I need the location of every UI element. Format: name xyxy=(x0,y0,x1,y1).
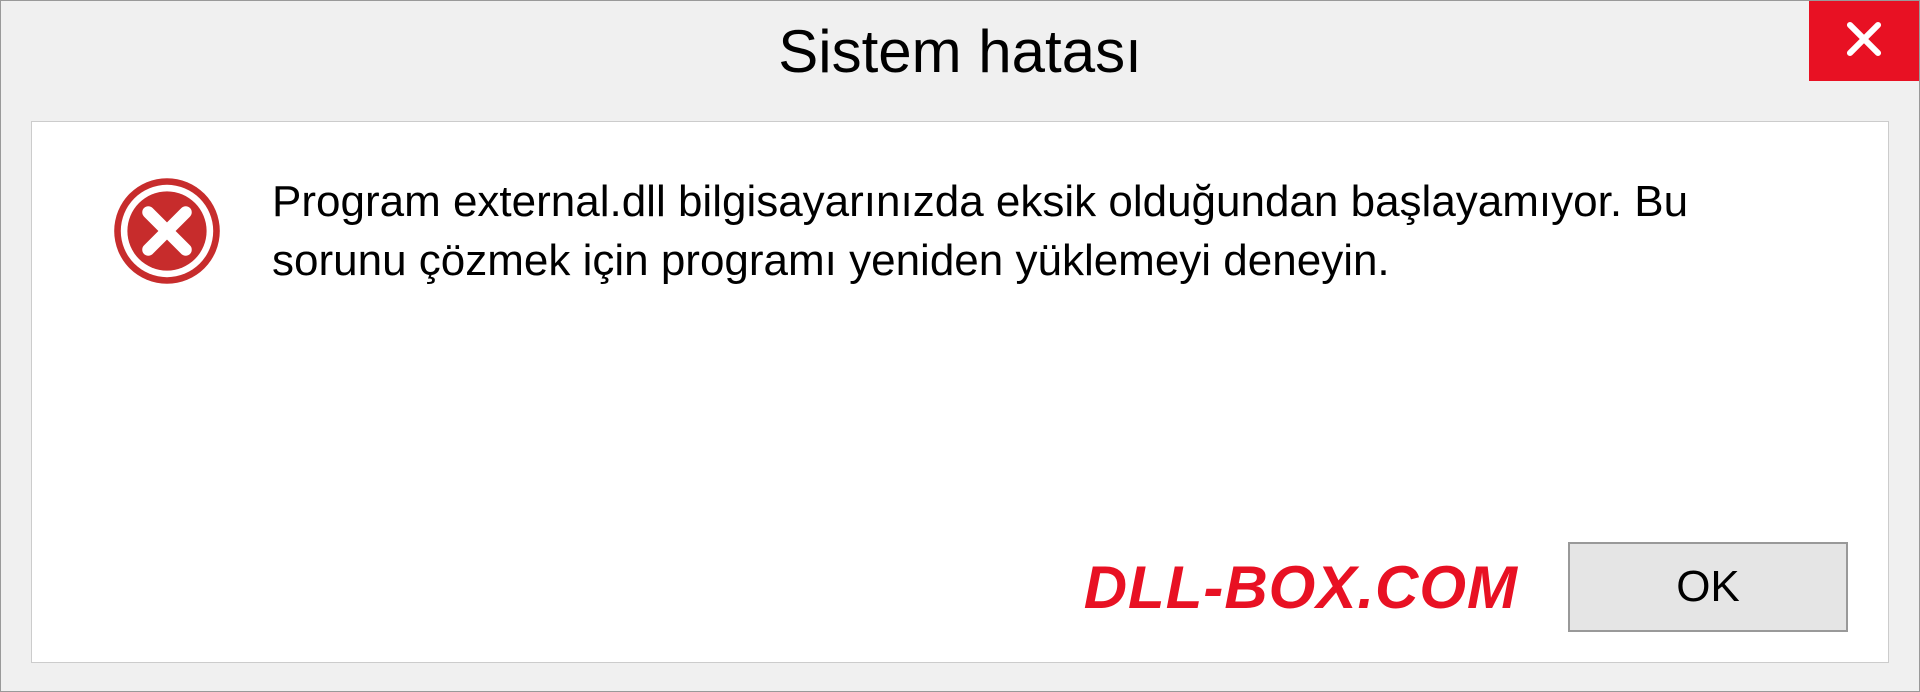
close-button[interactable] xyxy=(1809,1,1919,81)
watermark-logo: DLL-BOX.COM xyxy=(1084,553,1518,622)
dialog-title: Sistem hatası xyxy=(778,17,1142,86)
footer-row: DLL-BOX.COM OK xyxy=(32,542,1888,662)
error-icon xyxy=(112,176,222,286)
bottom-margin xyxy=(1,663,1919,691)
titlebar: Sistem hatası xyxy=(1,1,1919,101)
error-dialog: Sistem hatası Program external.dll bilgi… xyxy=(0,0,1920,692)
ok-button[interactable]: OK xyxy=(1568,542,1848,632)
message-row: Program external.dll bilgisayarınızda ek… xyxy=(32,122,1888,341)
content-area: Program external.dll bilgisayarınızda ek… xyxy=(31,121,1889,663)
error-message: Program external.dll bilgisayarınızda ek… xyxy=(272,172,1828,291)
close-icon xyxy=(1843,18,1885,65)
